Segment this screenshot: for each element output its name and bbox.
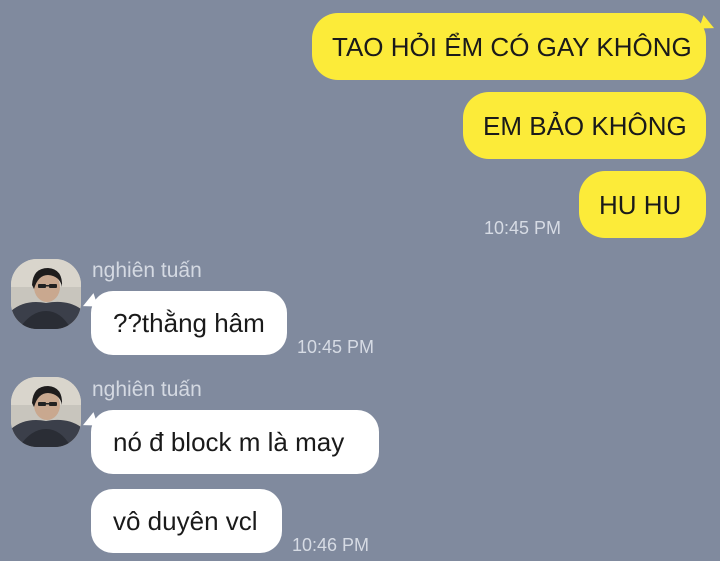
- message-text: ??thằng hâm: [113, 308, 265, 338]
- outgoing-message-3[interactable]: HU HU: [579, 171, 706, 238]
- incoming-message[interactable]: nó đ block m là may: [91, 410, 379, 474]
- incoming-message[interactable]: vô duyên vcl: [91, 489, 282, 553]
- message-text: EM BẢO KHÔNG: [483, 110, 687, 141]
- incoming-message[interactable]: ??thằng hâm: [91, 291, 287, 355]
- sender-name: nghiên tuấn: [92, 378, 202, 401]
- avatar[interactable]: [11, 377, 81, 447]
- message-text: HU HU: [599, 189, 682, 220]
- message-text: TAO HỎI ỂM CÓ GAY KHÔNG: [332, 31, 692, 62]
- avatar[interactable]: [11, 259, 81, 329]
- profile-photo-icon: [11, 259, 81, 329]
- incoming-timestamp: 10:45 PM: [297, 337, 375, 357]
- sender-name: nghiên tuấn: [92, 259, 202, 282]
- outgoing-message-2[interactable]: EM BẢO KHÔNG: [463, 92, 706, 159]
- outgoing-message-1[interactable]: TAO HỎI ỂM CÓ GAY KHÔNG: [312, 13, 706, 80]
- profile-photo-icon: [11, 377, 81, 447]
- message-text: nó đ block m là may: [113, 427, 345, 457]
- incoming-timestamp: 10:46 PM: [292, 535, 370, 555]
- message-text: vô duyên vcl: [113, 506, 258, 536]
- outgoing-timestamp: 10:45 PM: [484, 218, 562, 238]
